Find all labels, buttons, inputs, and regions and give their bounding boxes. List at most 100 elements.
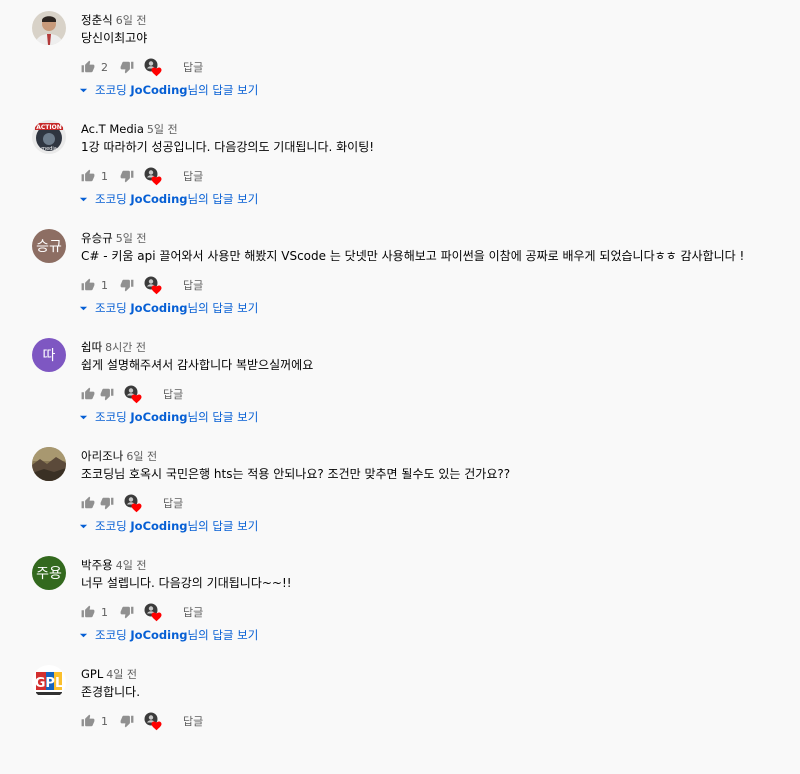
reply-button[interactable]: 답글 — [183, 604, 203, 620]
view-replies-button[interactable]: 조코딩 JoCoding님의 답글 보기 — [79, 82, 258, 98]
author-name[interactable]: 유승규 — [81, 231, 113, 245]
comment-thread: 정춘식 6일 전당신이최고야 2 답글조코딩 JoCoding님의 답글 보기 — [0, 11, 800, 120]
replies-channel-name: JoCoding — [130, 301, 188, 315]
caret-down-icon — [79, 631, 88, 640]
dislike-icon[interactable] — [120, 714, 134, 728]
replies-prefix: 조코딩 — [95, 83, 131, 97]
like-icon[interactable] — [81, 387, 95, 401]
replies-channel-name: JoCoding — [130, 519, 188, 533]
replies-suffix: 님의 답글 보기 — [187, 301, 259, 315]
comment-time[interactable]: 4일 전 — [116, 559, 147, 572]
caret-down-icon — [79, 522, 88, 531]
svg-text:media: media — [41, 146, 57, 152]
caret-down-icon — [79, 195, 88, 204]
view-replies-button[interactable]: 조코딩 JoCoding님의 답글 보기 — [79, 518, 258, 534]
author-name[interactable]: 박주용 — [81, 558, 113, 572]
avatar[interactable]: 따 — [32, 338, 66, 372]
replies-channel-name: JoCoding — [130, 83, 188, 97]
comment-header: 쉽따 8시간 전 — [81, 338, 146, 354]
action-logo-icon: ACTION media — [32, 120, 66, 154]
comment-time[interactable]: 6일 전 — [126, 450, 157, 463]
creator-heart-icon — [143, 711, 163, 731]
avatar[interactable] — [32, 11, 66, 45]
like-count: 1 — [101, 278, 108, 292]
comment-header: 유승규 5일 전 — [81, 229, 147, 245]
comment-actions: 1 답글 — [81, 602, 203, 622]
avatar[interactable] — [32, 447, 66, 481]
comment-time[interactable]: 5일 전 — [147, 123, 178, 136]
reply-button[interactable]: 답글 — [163, 495, 183, 511]
view-replies-button[interactable]: 조코딩 JoCoding님의 답글 보기 — [79, 627, 258, 643]
comment-text: C# - 키움 api 끌어와서 사용만 해봤지 VScode 는 닷넷만 사용… — [81, 249, 745, 263]
comment-actions: 2 답글 — [81, 57, 203, 77]
replies-suffix: 님의 답글 보기 — [187, 628, 259, 642]
reply-button[interactable]: 답글 — [163, 386, 183, 402]
dislike-icon[interactable] — [120, 169, 134, 183]
avatar[interactable]: ACTION media — [32, 120, 66, 154]
like-count: 1 — [101, 714, 108, 728]
author-name[interactable]: 정춘식 — [81, 13, 113, 27]
view-replies-button[interactable]: 조코딩 JoCoding님의 답글 보기 — [79, 409, 258, 425]
like-icon[interactable] — [81, 714, 95, 728]
like-icon[interactable] — [81, 278, 95, 292]
comment-thread: 승규 유승규 5일 전 C# - 키움 api 끌어와서 사용만 해봤지 VScode… — [0, 229, 800, 338]
author-name[interactable]: Ac.T Media — [81, 122, 144, 136]
comment-text: 당신이최고야 — [81, 31, 148, 45]
reply-button[interactable]: 답글 — [183, 168, 203, 184]
author-name[interactable]: 쉽따 — [81, 340, 102, 354]
svg-text:ACTION: ACTION — [36, 124, 62, 131]
dislike-icon[interactable] — [100, 387, 114, 401]
comment-actions: 1 답글 — [81, 166, 203, 186]
comment-thread: 따 쉽따 8시간 전쉽게 설명해주셔서 감사합니다 복받으실꺼에요답글조코딩 JoC… — [0, 338, 800, 447]
dislike-icon[interactable] — [120, 278, 134, 292]
like-count: 2 — [101, 60, 108, 74]
comment-header: GPL 4일 전 — [81, 665, 137, 681]
comment-text: 쉽게 설명해주셔서 감사합니다 복받으실꺼에요 — [81, 358, 314, 372]
comment-header: Ac.T Media 5일 전 — [81, 120, 178, 136]
comment-text: 존경합니다. — [81, 685, 141, 699]
replies-prefix: 조코딩 — [95, 192, 131, 206]
comment-text: 너무 설렙니다. 다음강의 기대됩니다~~!! — [81, 576, 292, 590]
avatar[interactable]: GPL — [32, 665, 66, 699]
view-replies-button[interactable]: 조코딩 JoCoding님의 답글 보기 — [79, 300, 258, 316]
caret-down-icon — [79, 304, 88, 313]
comment-time[interactable]: 5일 전 — [116, 232, 147, 245]
author-name[interactable]: GPL — [81, 667, 103, 681]
comment-thread: ACTION media Ac.T Media 5일 전 1강 따라하기 성공입니다. … — [0, 120, 800, 229]
creator-heart-icon — [143, 275, 163, 295]
avatar[interactable]: 승규 — [32, 229, 66, 263]
reply-button[interactable]: 답글 — [183, 277, 203, 293]
comment-time[interactable]: 8시간 전 — [105, 341, 146, 354]
comment-header: 정춘식 6일 전 — [81, 11, 147, 27]
comment-thread: 주용 박주용 4일 전너무 설렙니다. 다음강의 기대됩니다~~!! 1 답글조코딩 J… — [0, 556, 800, 665]
like-count: 1 — [101, 605, 108, 619]
avatar-initials: 주용 — [36, 566, 62, 582]
like-icon[interactable] — [81, 605, 95, 619]
replies-prefix: 조코딩 — [95, 301, 131, 315]
creator-heart-icon — [143, 166, 163, 186]
avatar[interactable]: 주용 — [32, 556, 66, 590]
caret-down-icon — [79, 86, 88, 95]
dislike-icon[interactable] — [120, 60, 134, 74]
replies-channel-name: JoCoding — [130, 192, 188, 206]
view-replies-button[interactable]: 조코딩 JoCoding님의 답글 보기 — [79, 191, 258, 207]
replies-prefix: 조코딩 — [95, 628, 131, 642]
dislike-icon[interactable] — [100, 496, 114, 510]
reply-button[interactable]: 답글 — [183, 59, 203, 75]
replies-prefix: 조코딩 — [95, 519, 131, 533]
comment-time[interactable]: 6일 전 — [116, 14, 147, 27]
comment-actions: 답글 — [81, 493, 183, 513]
comment-actions: 1 답글 — [81, 711, 203, 731]
comment-actions: 답글 — [81, 384, 183, 404]
like-icon[interactable] — [81, 60, 95, 74]
dislike-icon[interactable] — [120, 605, 134, 619]
like-icon[interactable] — [81, 169, 95, 183]
gpl-logo-icon: GPL — [32, 665, 66, 699]
comment-header: 박주용 4일 전 — [81, 556, 147, 572]
author-name[interactable]: 아리조나 — [81, 449, 123, 463]
like-count: 1 — [101, 169, 108, 183]
reply-button[interactable]: 답글 — [183, 713, 203, 729]
creator-heart-icon — [143, 57, 163, 77]
comment-time[interactable]: 4일 전 — [106, 668, 137, 681]
like-icon[interactable] — [81, 496, 95, 510]
